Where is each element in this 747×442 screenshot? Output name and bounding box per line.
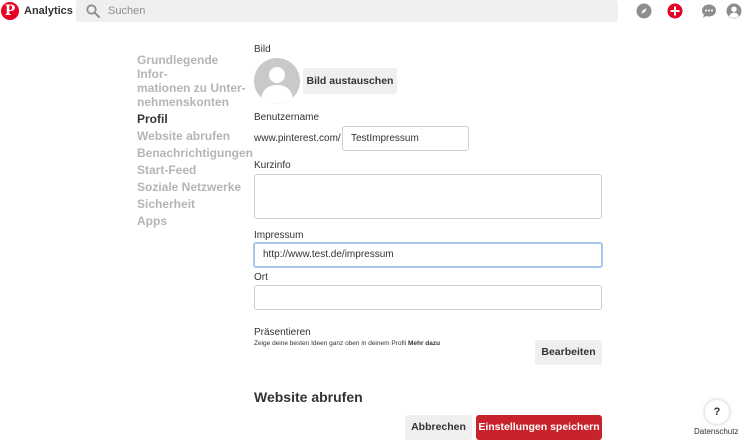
location-label: Ort bbox=[254, 272, 268, 283]
about-label: Kurzinfo bbox=[254, 160, 291, 171]
settings-sidebar: Grundlegende Infor- mationen zu Unter- n… bbox=[137, 53, 253, 231]
about-textarea[interactable] bbox=[254, 174, 602, 219]
learn-more-link[interactable]: Mehr dazu bbox=[408, 340, 440, 347]
picture-label: Bild bbox=[254, 44, 271, 55]
username-label: Benutzername bbox=[254, 112, 320, 123]
sidebar-item-label: Grundlegende Infor- bbox=[137, 53, 219, 81]
help-button[interactable]: ? bbox=[705, 400, 729, 424]
replace-picture-button[interactable]: Bild austauschen bbox=[303, 68, 397, 94]
plus-icon[interactable] bbox=[667, 3, 683, 19]
sidebar-item-security[interactable]: Sicherheit bbox=[137, 197, 249, 211]
cancel-button[interactable]: Abbrechen bbox=[405, 415, 472, 440]
profile-url-prefix: www.pinterest.com/ bbox=[254, 133, 341, 144]
showcase-label: Präsentieren bbox=[254, 327, 311, 338]
website-section-title: Website abrufen bbox=[254, 389, 363, 405]
search-icon bbox=[86, 4, 100, 18]
sidebar-item-apps[interactable]: Apps bbox=[137, 214, 249, 228]
sidebar-item-business-info[interactable]: Grundlegende Infor- mationen zu Unter- n… bbox=[137, 53, 249, 109]
chat-icon[interactable] bbox=[701, 3, 717, 19]
imprint-input[interactable]: http://www.test.de/impressum bbox=[253, 242, 603, 268]
sidebar-item-label: mationen zu Unter- bbox=[137, 81, 246, 95]
sidebar-item-label: nehmenskonten bbox=[137, 95, 230, 109]
sidebar-item-social-networks[interactable]: Soziale Netzwerke bbox=[137, 180, 249, 194]
sidebar-item-home-feed[interactable]: Start-Feed bbox=[137, 163, 249, 177]
pinterest-logo[interactable]: P bbox=[1, 2, 19, 20]
showcase-description: Zeige deine besten Ideen ganz oben in de… bbox=[254, 340, 440, 347]
imprint-label: Impressum bbox=[254, 230, 304, 241]
default-avatar-icon bbox=[261, 67, 293, 104]
search-bar[interactable]: Suchen bbox=[76, 0, 618, 22]
sidebar-item-website[interactable]: Website abrufen bbox=[137, 129, 249, 143]
compass-icon[interactable] bbox=[636, 3, 652, 19]
analytics-link[interactable]: Analytics bbox=[24, 5, 73, 17]
username-input[interactable]: TestImpressum bbox=[342, 126, 469, 151]
save-settings-button[interactable]: Einstellungen speichern bbox=[476, 415, 602, 440]
sidebar-item-notifications[interactable]: Benachrichtigungen bbox=[137, 146, 253, 160]
sidebar-item-profile[interactable]: Profil bbox=[137, 112, 249, 126]
search-input[interactable]: Suchen bbox=[108, 5, 145, 17]
avatar bbox=[254, 58, 300, 104]
profile-icon[interactable] bbox=[726, 3, 742, 19]
edit-showcase-button[interactable]: Bearbeiten bbox=[535, 340, 602, 365]
top-bar: P Analytics Suchen bbox=[0, 0, 747, 24]
location-input[interactable] bbox=[254, 285, 602, 310]
showcase-description-text: Zeige deine besten Ideen ganz oben in de… bbox=[254, 340, 407, 347]
privacy-link[interactable]: Datenschutz bbox=[694, 427, 738, 436]
